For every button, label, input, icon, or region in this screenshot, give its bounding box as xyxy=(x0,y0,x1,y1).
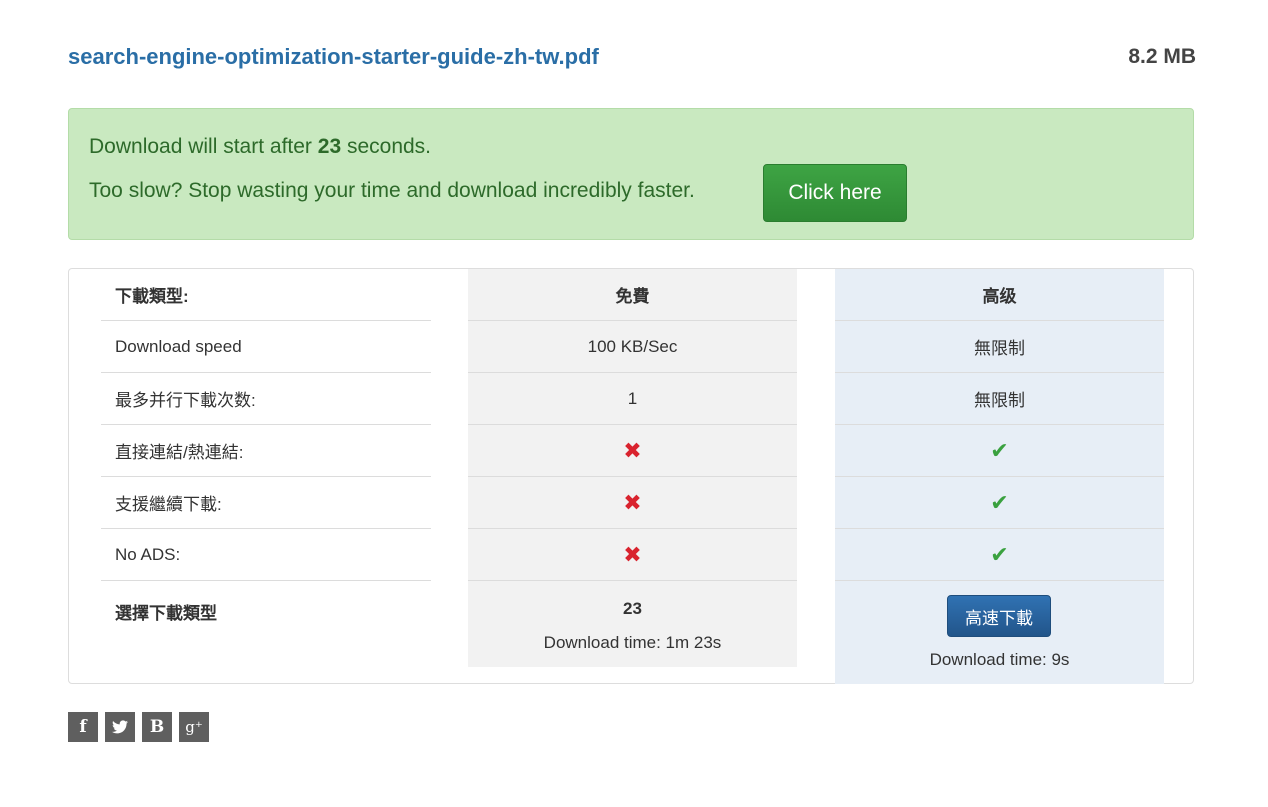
header-premium: 高级 xyxy=(835,269,1164,321)
cross-icon: ✖ xyxy=(623,489,642,515)
row-free-value: ✖ xyxy=(468,529,797,581)
countdown-seconds: 23 xyxy=(317,135,342,158)
table-header-row: 下載類型: 免費 高级 xyxy=(69,269,1195,321)
free-countdown: 23 xyxy=(623,599,642,618)
row-premium-value: ✔ xyxy=(835,477,1164,529)
premium-download-button[interactable]: 高速下載 xyxy=(947,595,1051,637)
download-type-table: 下載類型: 免費 高级 Download speed 100 KB/Sec 無限… xyxy=(68,268,1194,684)
row-free-value: ✖ xyxy=(468,477,797,529)
row-premium-value: ✔ xyxy=(835,529,1164,581)
row-free-value: 100 KB/Sec xyxy=(468,321,797,373)
cross-icon: ✖ xyxy=(623,437,642,463)
table-row: 直接連結/熱連結: ✖ ✔ xyxy=(69,425,1195,477)
twitter-icon[interactable] xyxy=(105,712,135,742)
check-icon: ✔ xyxy=(990,437,1009,463)
cross-icon: ✖ xyxy=(623,541,642,567)
social-share-bar: f B g⁺ xyxy=(68,712,209,742)
table-row: 支援繼續下載: ✖ ✔ xyxy=(69,477,1195,529)
twitter-bird-icon xyxy=(112,720,128,734)
row-label: 支援繼續下載: xyxy=(101,477,431,529)
download-alert: Download will start after 23 seconds. To… xyxy=(68,108,1194,240)
header-label: 下載類型: xyxy=(101,269,431,321)
row-free-value: ✖ xyxy=(468,425,797,477)
countdown-prefix: Download will start after xyxy=(89,135,318,158)
file-header: search-engine-optimization-starter-guide… xyxy=(68,44,1196,70)
premium-download-time: Download time: 9s xyxy=(929,650,1070,669)
row-label: Download speed xyxy=(101,321,431,373)
row-premium-value: ✔ xyxy=(835,425,1164,477)
check-icon: ✔ xyxy=(990,541,1009,567)
google-plus-icon[interactable]: g⁺ xyxy=(179,712,209,742)
row-label: 直接連結/熱連結: xyxy=(101,425,431,477)
table-row: Download speed 100 KB/Sec 無限制 xyxy=(69,321,1195,373)
row-free-value: 1 xyxy=(468,373,797,425)
file-name-link[interactable]: search-engine-optimization-starter-guide… xyxy=(68,44,599,70)
row-premium-value: 無限制 xyxy=(835,373,1164,425)
row-label: No ADS: xyxy=(101,529,431,581)
table-row: 最多并行下載次数: 1 無限制 xyxy=(69,373,1195,425)
choose-type-label: 選擇下載類型 xyxy=(115,604,217,623)
free-download-time: Download time: 1m 23s xyxy=(543,633,722,652)
countdown-message: Download will start after 23 seconds. xyxy=(89,135,431,159)
click-here-button[interactable]: Click here xyxy=(763,164,907,222)
row-premium-value: 無限制 xyxy=(835,321,1164,373)
facebook-icon[interactable]: f xyxy=(68,712,98,742)
file-size: 8.2 MB xyxy=(1128,45,1196,68)
check-icon: ✔ xyxy=(990,489,1009,515)
upsell-message: Too slow? Stop wasting your time and dow… xyxy=(89,179,695,202)
table-row: No ADS: ✖ ✔ xyxy=(69,529,1195,581)
blogger-icon[interactable]: B xyxy=(142,712,172,742)
countdown-suffix: seconds. xyxy=(341,135,432,158)
row-label: 最多并行下載次数: xyxy=(101,373,431,425)
header-free: 免費 xyxy=(468,269,797,321)
